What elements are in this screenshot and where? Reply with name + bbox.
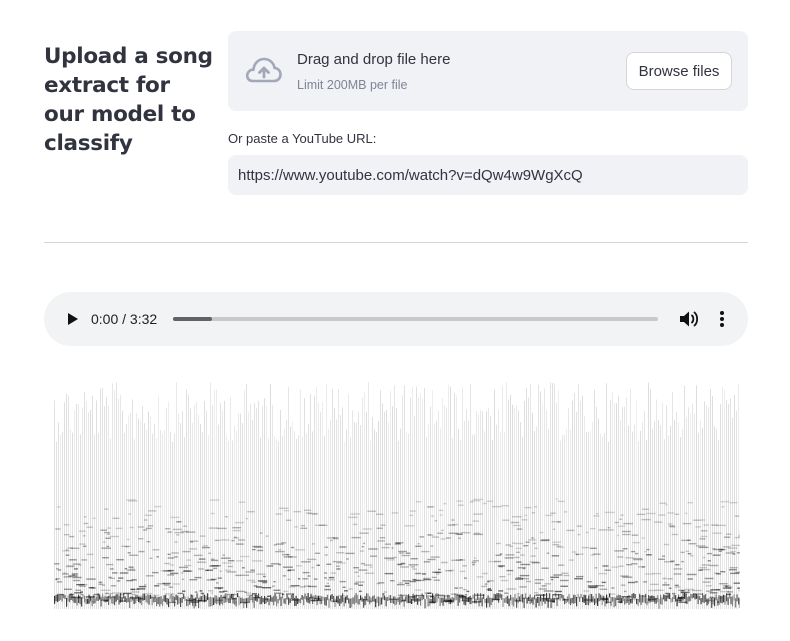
dropzone-instructions: Drag and drop file here	[297, 51, 451, 68]
cloud-upload-icon	[245, 57, 282, 83]
seek-bar[interactable]	[173, 317, 658, 321]
page-title: Upload a song extract for our model to c…	[44, 44, 213, 156]
play-icon[interactable]	[64, 311, 80, 327]
youtube-url-label: Or paste a YouTube URL:	[228, 131, 377, 146]
section-divider	[44, 242, 748, 243]
volume-icon[interactable]	[679, 310, 699, 328]
file-dropzone[interactable]: Drag and drop file here Limit 200MB per …	[228, 31, 748, 111]
file-size-limit: Limit 200MB per file	[297, 78, 408, 92]
spectrogram-image	[54, 377, 740, 609]
youtube-url-input[interactable]	[228, 155, 748, 195]
browse-files-button[interactable]: Browse files	[626, 52, 732, 90]
playback-time: 0:00 / 3:32	[91, 311, 158, 327]
more-vert-icon[interactable]	[714, 309, 730, 329]
seek-progress	[173, 317, 212, 321]
audio-player: 0:00 / 3:32	[44, 292, 748, 346]
